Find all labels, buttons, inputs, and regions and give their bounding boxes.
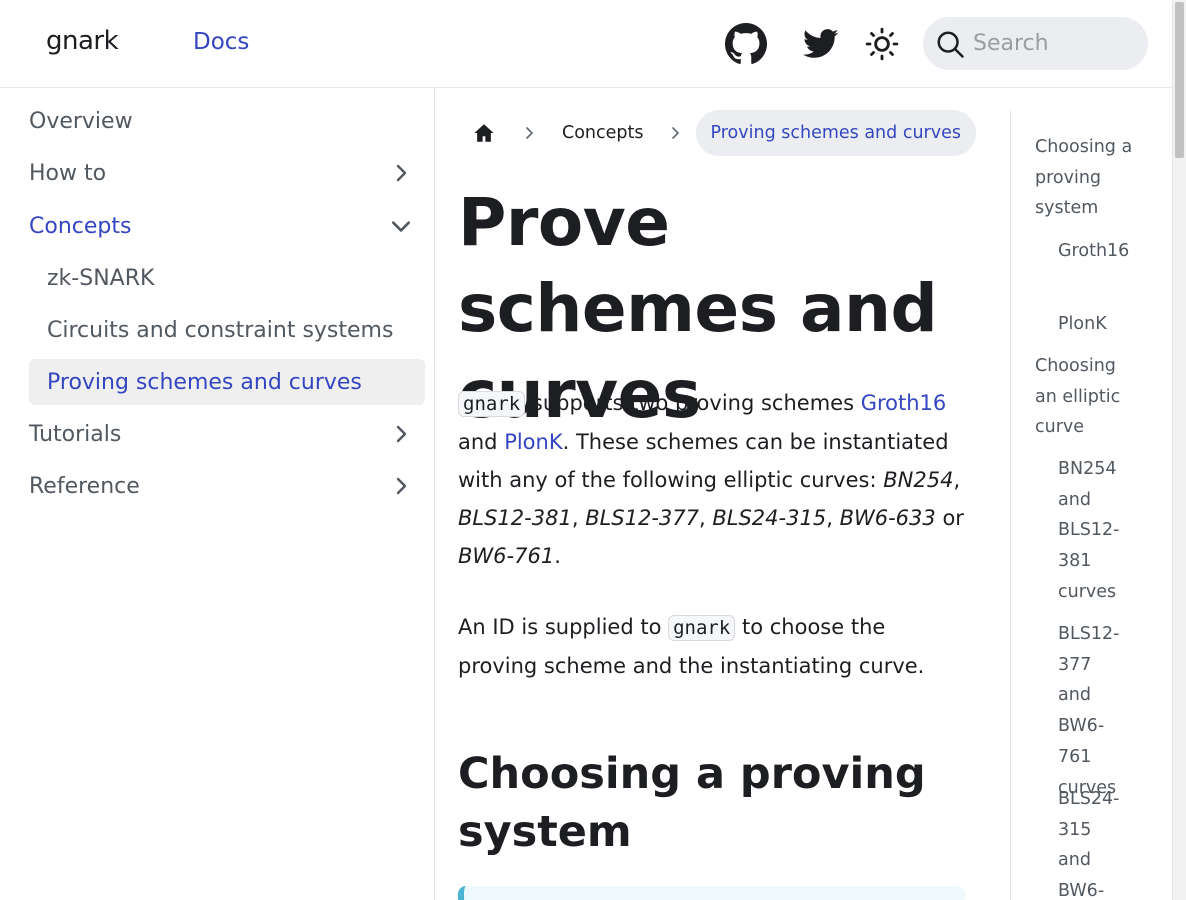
github-icon[interactable] xyxy=(723,21,768,66)
chevron-right-icon[interactable] xyxy=(387,420,415,448)
sidebar-item-tutorials[interactable]: Tutorials xyxy=(29,411,425,457)
curve-name: BLS24-315 xyxy=(712,506,827,530)
toc-item[interactable]: Choosing a proving system xyxy=(1035,132,1135,224)
sidebar-item-label: How to xyxy=(29,160,107,186)
text: , xyxy=(826,506,840,530)
search-box[interactable] xyxy=(923,17,1148,70)
navbar: gnark Docs xyxy=(0,0,1172,88)
sidebar-item-label: Overview xyxy=(29,108,133,134)
chevron-right-icon[interactable] xyxy=(387,159,415,187)
chevron-down-icon[interactable] xyxy=(387,212,415,240)
search-icon xyxy=(937,31,964,58)
text: or xyxy=(935,506,964,530)
sidebar-item-concepts[interactable]: Concepts xyxy=(29,203,425,249)
curve-name: BLS12-381 xyxy=(458,506,572,530)
toc-item[interactable]: BLS24-315 and BW6-633 xyxy=(1058,784,1128,900)
curve-name: BW6-633 xyxy=(839,506,936,530)
sidebar-item-overview[interactable]: Overview xyxy=(29,98,425,144)
inline-code: gnark xyxy=(458,391,526,417)
chevron-right-icon xyxy=(656,126,696,140)
home-icon[interactable] xyxy=(458,110,510,156)
text: , xyxy=(953,468,961,492)
text: An ID is supplied to xyxy=(458,615,669,639)
nav-docs-link[interactable]: Docs xyxy=(193,29,249,55)
table-of-contents: Choosing a proving system Groth16 PlonK … xyxy=(1010,110,1160,900)
toc-item[interactable]: BN254 and BLS12-381 curves xyxy=(1058,454,1128,608)
toc-item[interactable]: Groth16 xyxy=(1058,236,1129,267)
section-heading: Choosing a proving system xyxy=(458,749,926,857)
groth16-link[interactable]: Groth16 xyxy=(861,391,947,415)
plonk-link[interactable]: PlonK xyxy=(504,430,562,454)
sidebar-item-label: Concepts xyxy=(29,213,132,239)
toc-item[interactable]: PlonK xyxy=(1058,309,1128,340)
text: supports two proving schemes xyxy=(525,391,861,415)
sidebar-item-circuits[interactable]: Circuits and constraint systems xyxy=(29,307,425,353)
sidebar-item-label: zk-SNARK xyxy=(47,265,155,291)
breadcrumb-concepts[interactable]: Concepts xyxy=(550,110,656,156)
chevron-right-icon[interactable] xyxy=(387,472,415,500)
toc-item[interactable]: BLS12-377 and BW6-761 curves xyxy=(1058,619,1128,803)
inline-code: gnark xyxy=(668,615,736,641)
toc-item[interactable]: Choosing an elliptic curve xyxy=(1035,351,1135,443)
scrollbar-thumb[interactable] xyxy=(1175,2,1184,158)
intro-paragraph: gnark supports two proving schemes Groth… xyxy=(458,384,968,575)
sidebar-item-label: Circuits and constraint systems xyxy=(47,317,394,343)
chevron-right-icon xyxy=(510,126,550,140)
sidebar-item-zk-snark[interactable]: zk-SNARK xyxy=(29,255,425,301)
curve-name: BW6-761 xyxy=(458,544,555,568)
scrollbar[interactable] xyxy=(1172,0,1186,900)
curve-name: BN254 xyxy=(883,468,954,492)
sidebar-item-label: Proving schemes and curves xyxy=(47,369,362,395)
sidebar-item-reference[interactable]: Reference xyxy=(29,463,425,509)
search-input[interactable] xyxy=(973,31,1133,56)
sidebar-item-label: Tutorials xyxy=(29,421,122,447)
text: . xyxy=(554,544,561,568)
sidebar-item-proving-schemes[interactable]: Proving schemes and curves xyxy=(29,359,425,405)
sidebar: Overview How to Concepts zk-SNARK Circui… xyxy=(0,88,435,900)
twitter-icon[interactable] xyxy=(801,25,841,63)
brand-logo[interactable]: gnark xyxy=(46,26,119,56)
sun-icon[interactable] xyxy=(864,26,900,62)
text: , xyxy=(699,506,713,530)
sidebar-item-how-to[interactable]: How to xyxy=(29,150,425,196)
breadcrumb-current: Proving schemes and curves xyxy=(695,110,976,156)
id-paragraph: An ID is supplied to gnark to choose the… xyxy=(458,608,968,685)
breadcrumb: Concepts Proving schemes and curves xyxy=(458,110,976,156)
sidebar-item-label: Reference xyxy=(29,473,140,499)
text: , xyxy=(571,506,586,530)
info-admonition xyxy=(458,886,965,900)
curve-name: BLS12-377 xyxy=(585,506,700,530)
text: and xyxy=(458,430,505,454)
